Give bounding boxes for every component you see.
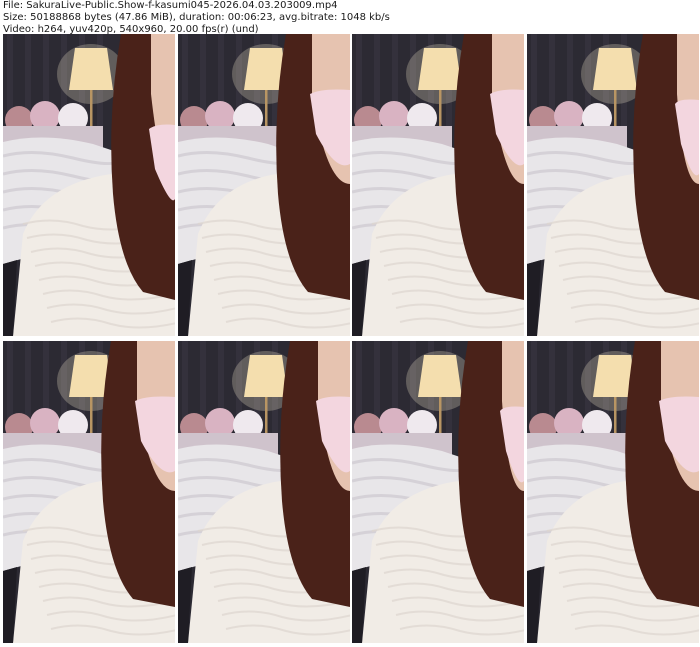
file-name-line: File: SakuraLive-Public.Show-f-kasumi045… xyxy=(3,0,338,11)
lamp-shade xyxy=(592,48,637,90)
video-thumbnail-8 xyxy=(526,341,699,643)
video-thumbnail-1 xyxy=(3,34,175,336)
lamp-shade xyxy=(69,48,113,90)
file-size-line: Size: 50188868 bytes (47.86 MiB), durati… xyxy=(3,12,390,23)
lamp-shade xyxy=(243,355,288,397)
video-thumbnail-6 xyxy=(177,341,350,643)
lamp-shade xyxy=(418,355,463,397)
file-info-header: File: SakuraLive-Public.Show-f-kasumi045… xyxy=(3,0,390,36)
video-thumbnail-7 xyxy=(352,341,525,643)
video-thumbnail-4 xyxy=(526,34,699,336)
video-thumbnail-5 xyxy=(3,341,175,643)
video-thumbnail-2 xyxy=(177,34,350,336)
thumbnail-grid xyxy=(3,34,699,644)
lamp-shade xyxy=(418,48,463,90)
video-thumbnail-3 xyxy=(352,34,525,336)
